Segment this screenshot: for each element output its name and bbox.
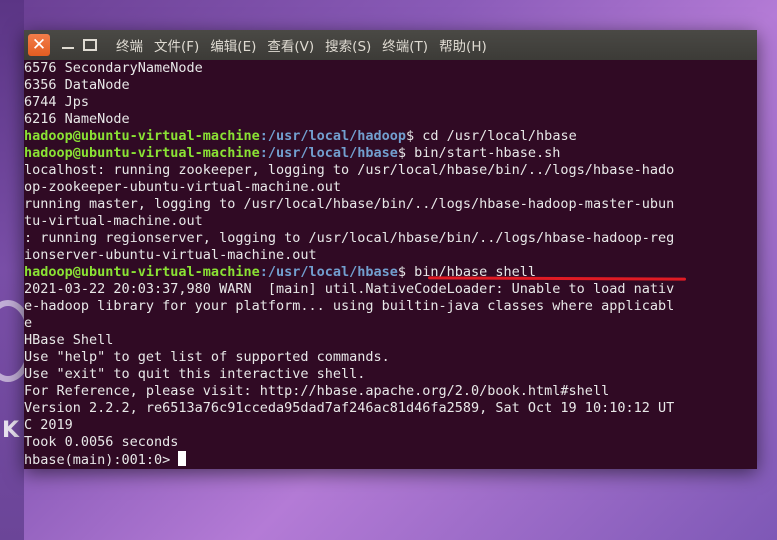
desktop-logo-letter: K [2, 418, 20, 443]
output-text: tu-virtual-machine.out [24, 213, 203, 229]
terminal-output[interactable]: 6576 SecondaryNameNode 6356 DataNode 6744 … [24, 60, 757, 469]
output-line: HBase Shell [24, 332, 757, 349]
output-text: 2021-03-22 20:03:37,980 WARN [main] util… [24, 281, 675, 297]
command-text: $ bin/start-hbase.sh [397, 145, 561, 161]
output-line: 2021-03-22 20:03:37,980 WARN [main] util… [24, 281, 757, 298]
prompt-path: :/usr/local/hbase [259, 145, 398, 161]
output-text: e-hadoop library for your platform... us… [24, 298, 675, 314]
terminal-window: ✕ 终端 文件(F) 编辑(E) 查看(V) 搜索(S) 终端(T) 帮助(H)… [24, 30, 757, 469]
output-text: running master, logging to /usr/local/hb… [24, 196, 675, 212]
menu-help[interactable]: 帮助(H) [439, 35, 487, 55]
menu-search[interactable]: 搜索(S) [325, 35, 371, 55]
prompt-line: hadoop@ubuntu-virtual-machine:/usr/local… [24, 128, 757, 145]
maximize-icon[interactable] [82, 35, 98, 55]
prompt-line: hadoop@ubuntu-virtual-machine:/usr/local… [24, 145, 757, 162]
output-line: localhost: running zookeeper, logging to… [24, 162, 757, 179]
output-line: Version 2.2.2, re6513a76c91cceda95dad7af… [24, 400, 757, 417]
output-line: : running regionserver, logging to /usr/… [24, 230, 757, 247]
title-bar: ✕ 终端 文件(F) 编辑(E) 查看(V) 搜索(S) 终端(T) 帮助(H) [24, 30, 757, 60]
output-line: Use "help" to get list of supported comm… [24, 349, 757, 366]
desktop-background [0, 0, 24, 540]
output-line: 6216 NameNode [24, 111, 757, 128]
output-line: e-hadoop library for your platform... us… [24, 298, 757, 315]
output-text: ionserver-ubuntu-virtual-machine.out [24, 247, 317, 263]
output-line: 6744 Jps [24, 94, 757, 111]
output-line: C 2019 [24, 417, 757, 434]
minimize-icon[interactable] [60, 35, 76, 55]
command-text: $ cd /usr/local/hbase [406, 128, 577, 144]
prompt-path: :/usr/local/hadoop [259, 128, 407, 144]
prompt-user: hadoop@ubuntu-virtual-machine [24, 264, 260, 280]
output-text: 6744 Jps [24, 94, 90, 110]
output-text: Use "exit" to quit this interactive shel… [24, 366, 366, 382]
menu-file[interactable]: 文件(F) [154, 35, 199, 55]
output-text: Took 0.0056 seconds [24, 434, 179, 450]
output-line: 6356 DataNode [24, 77, 757, 94]
output-text: 6216 NameNode [24, 111, 130, 127]
output-text: Version 2.2.2, re6513a76c91cceda95dad7af… [24, 400, 675, 416]
output-text: e [24, 315, 33, 331]
output-text: C 2019 [24, 417, 73, 433]
output-line: e [24, 315, 757, 332]
menu-terminal-title[interactable]: 终端 [116, 35, 143, 55]
prompt-user: hadoop@ubuntu-virtual-machine [24, 145, 260, 161]
prompt-path: :/usr/local/hbase [259, 264, 398, 280]
output-line: op-zookeeper-ubuntu-virtual-machine.out [24, 179, 757, 196]
menu-view[interactable]: 查看(V) [267, 35, 314, 55]
menu-terminal[interactable]: 终端(T) [382, 35, 428, 55]
output-text: Use "help" to get list of supported comm… [24, 349, 390, 365]
output-text: localhost: running zookeeper, logging to… [24, 162, 675, 178]
prompt-user: hadoop@ubuntu-virtual-machine [24, 128, 260, 144]
close-icon[interactable]: ✕ [28, 34, 50, 56]
output-text: op-zookeeper-ubuntu-virtual-machine.out [24, 179, 341, 195]
output-line: tu-virtual-machine.out [24, 213, 757, 230]
output-line: hbase(main):001:0> [24, 451, 757, 468]
output-text: : running regionserver, logging to /usr/… [24, 230, 675, 246]
menu-bar: 终端 文件(F) 编辑(E) 查看(V) 搜索(S) 终端(T) 帮助(H) [116, 35, 498, 55]
output-line: For Reference, please visit: http://hbas… [24, 383, 757, 400]
output-line: Took 0.0056 seconds [24, 434, 757, 451]
text-cursor [178, 451, 187, 466]
output-line: 6576 SecondaryNameNode [24, 60, 757, 77]
output-text: HBase Shell [24, 332, 114, 348]
output-text: 6576 SecondaryNameNode [24, 60, 203, 76]
output-line: running master, logging to /usr/local/hb… [24, 196, 757, 213]
menu-edit[interactable]: 编辑(E) [210, 35, 256, 55]
output-text: For Reference, please visit: http://hbas… [24, 383, 610, 399]
output-text: hbase(main):001:0> [24, 452, 179, 468]
output-line: Use "exit" to quit this interactive shel… [24, 366, 757, 383]
output-text: 6356 DataNode [24, 77, 130, 93]
output-line: ionserver-ubuntu-virtual-machine.out [24, 247, 757, 264]
